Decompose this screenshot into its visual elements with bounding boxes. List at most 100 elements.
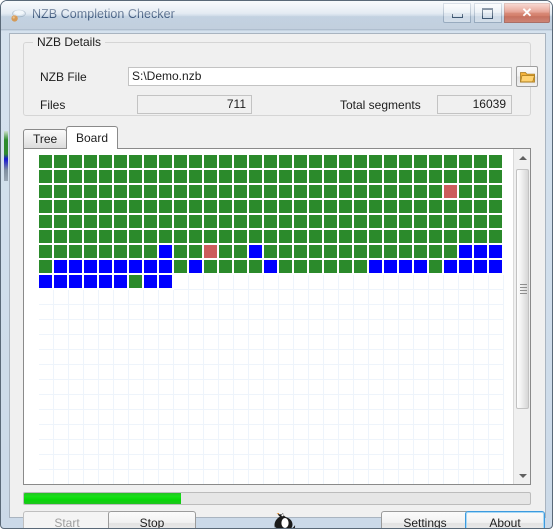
segment-cell-complete[interactable] <box>444 230 457 243</box>
segment-cell-complete[interactable] <box>294 260 307 273</box>
segment-cell-complete[interactable] <box>129 245 142 258</box>
segment-cell-complete[interactable] <box>294 170 307 183</box>
segment-cell-complete[interactable] <box>69 185 82 198</box>
segment-cell-complete[interactable] <box>219 215 232 228</box>
segment-cell-complete[interactable] <box>54 215 67 228</box>
segment-cell-complete[interactable] <box>114 185 127 198</box>
segment-cell-complete[interactable] <box>174 200 187 213</box>
segment-cell-complete[interactable] <box>159 155 172 168</box>
segment-cell-complete[interactable] <box>114 215 127 228</box>
segment-cell-complete[interactable] <box>354 170 367 183</box>
segment-cell-complete[interactable] <box>69 215 82 228</box>
segment-cell-complete[interactable] <box>279 155 292 168</box>
maximize-button[interactable] <box>473 3 502 23</box>
segment-cell-complete[interactable] <box>309 230 322 243</box>
segment-cell-complete[interactable] <box>294 155 307 168</box>
scroll-down-arrow-icon[interactable] <box>514 467 530 484</box>
segment-cell-complete[interactable] <box>294 200 307 213</box>
segment-cell-complete[interactable] <box>399 245 412 258</box>
segment-cell-complete[interactable] <box>129 185 142 198</box>
segment-cell-complete[interactable] <box>114 245 127 258</box>
segment-cell-complete[interactable] <box>429 230 442 243</box>
segment-cell-complete[interactable] <box>324 245 337 258</box>
segment-cell-complete[interactable] <box>309 260 322 273</box>
segment-cell-complete[interactable] <box>414 230 427 243</box>
segment-cell-complete[interactable] <box>279 215 292 228</box>
segment-cell-complete[interactable] <box>444 155 457 168</box>
segment-cell-complete[interactable] <box>249 215 262 228</box>
segment-cell-complete[interactable] <box>114 230 127 243</box>
segment-cell-complete[interactable] <box>54 155 67 168</box>
segment-cell-complete[interactable] <box>264 185 277 198</box>
segment-cell-complete[interactable] <box>144 200 157 213</box>
segment-cell-complete[interactable] <box>159 230 172 243</box>
browse-button[interactable] <box>516 66 538 87</box>
segment-cell-complete[interactable] <box>174 215 187 228</box>
segment-board-grid[interactable] <box>39 155 504 484</box>
segment-cell-complete[interactable] <box>234 185 247 198</box>
segment-cell-complete[interactable] <box>474 200 487 213</box>
segment-cell-complete[interactable] <box>369 170 382 183</box>
segment-cell-complete[interactable] <box>384 185 397 198</box>
segment-cell-complete[interactable] <box>69 230 82 243</box>
segment-cell-complete[interactable] <box>459 230 472 243</box>
segment-cell-complete[interactable] <box>429 170 442 183</box>
segment-cell-complete[interactable] <box>189 185 202 198</box>
segment-cell-complete[interactable] <box>444 200 457 213</box>
segment-cell-complete[interactable] <box>459 215 472 228</box>
segment-cell-complete[interactable] <box>54 245 67 258</box>
segment-cell-complete[interactable] <box>429 245 442 258</box>
segment-cell-complete[interactable] <box>84 245 97 258</box>
segment-cell-complete[interactable] <box>414 215 427 228</box>
segment-cell-complete[interactable] <box>264 245 277 258</box>
segment-cell-pending[interactable] <box>129 260 142 273</box>
segment-cell-complete[interactable] <box>249 200 262 213</box>
segment-cell-complete[interactable] <box>204 170 217 183</box>
segment-cell-complete[interactable] <box>459 185 472 198</box>
segment-cell-complete[interactable] <box>399 215 412 228</box>
segment-cell-complete[interactable] <box>279 260 292 273</box>
segment-cell-complete[interactable] <box>39 215 52 228</box>
segment-cell-complete[interactable] <box>324 155 337 168</box>
segment-cell-complete[interactable] <box>384 170 397 183</box>
segment-cell-complete[interactable] <box>234 245 247 258</box>
segment-cell-complete[interactable] <box>189 170 202 183</box>
segment-cell-pending[interactable] <box>459 245 472 258</box>
segment-cell-complete[interactable] <box>384 200 397 213</box>
segment-cell-complete[interactable] <box>129 155 142 168</box>
segment-cell-complete[interactable] <box>144 155 157 168</box>
segment-cell-pending[interactable] <box>39 275 52 288</box>
segment-cell-complete[interactable] <box>429 200 442 213</box>
segment-cell-complete[interactable] <box>459 200 472 213</box>
segment-cell-complete[interactable] <box>474 230 487 243</box>
segment-cell-complete[interactable] <box>189 200 202 213</box>
tab-board[interactable]: Board <box>66 126 119 149</box>
segment-cell-complete[interactable] <box>69 170 82 183</box>
segment-cell-complete[interactable] <box>144 185 157 198</box>
segment-cell-complete[interactable] <box>279 230 292 243</box>
segment-cell-complete[interactable] <box>39 185 52 198</box>
segment-cell-complete[interactable] <box>264 215 277 228</box>
segment-cell-complete[interactable] <box>189 230 202 243</box>
segment-cell-complete[interactable] <box>459 170 472 183</box>
segment-cell-complete[interactable] <box>174 260 187 273</box>
segment-cell-complete[interactable] <box>489 170 502 183</box>
segment-cell-pending[interactable] <box>369 260 382 273</box>
segment-cell-complete[interactable] <box>69 155 82 168</box>
start-button[interactable]: Start <box>23 511 111 528</box>
segment-cell-complete[interactable] <box>309 155 322 168</box>
segment-cell-complete[interactable] <box>324 230 337 243</box>
segment-cell-pending[interactable] <box>474 260 487 273</box>
segment-cell-complete[interactable] <box>339 200 352 213</box>
segment-cell-missing[interactable] <box>444 185 457 198</box>
segment-cell-complete[interactable] <box>414 245 427 258</box>
segment-cell-complete[interactable] <box>489 215 502 228</box>
segment-cell-pending[interactable] <box>114 260 127 273</box>
segment-cell-complete[interactable] <box>129 275 142 288</box>
segment-cell-complete[interactable] <box>324 260 337 273</box>
segment-cell-pending[interactable] <box>189 260 202 273</box>
segment-cell-complete[interactable] <box>354 230 367 243</box>
segment-cell-complete[interactable] <box>369 155 382 168</box>
segment-cell-complete[interactable] <box>99 185 112 198</box>
segment-cell-complete[interactable] <box>69 200 82 213</box>
